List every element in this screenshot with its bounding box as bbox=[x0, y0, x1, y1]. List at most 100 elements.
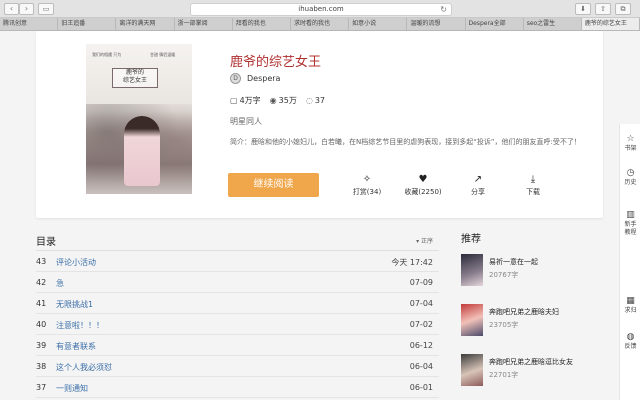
chapter-title[interactable]: 有意者联系 bbox=[56, 341, 96, 352]
recommend-item[interactable]: 易祈一意在一起 20767字 bbox=[461, 254, 611, 290]
address-bar[interactable]: ihuaben.com ↻ bbox=[190, 3, 452, 16]
chapter-row[interactable]: 39 有意者联系 06-12 bbox=[36, 335, 439, 356]
recommend-item[interactable]: 奔跑吧兄弟之鹿晗夫妇 23705字 bbox=[461, 304, 611, 340]
browser-tab-active[interactable]: 鹿爷的综艺女王 bbox=[581, 18, 640, 30]
chapter-title[interactable]: 急 bbox=[56, 278, 64, 289]
chat-icon: ◍ bbox=[626, 332, 635, 342]
views-count: 35万 bbox=[278, 96, 297, 105]
recommend-title: 推荐 bbox=[461, 234, 481, 245]
sidebar-toggle-button[interactable]: ▭ bbox=[38, 3, 54, 15]
share-button[interactable]: ↗ 分享 bbox=[454, 173, 502, 197]
recommend-name[interactable]: 奔跑吧兄弟之鹿晗逗比女友 bbox=[489, 357, 573, 367]
download-button[interactable]: ⤓ 下载 bbox=[509, 173, 557, 197]
recommend-name[interactable]: 易祈一意在一起 bbox=[489, 257, 538, 267]
chapter-date: 今天 17:42 bbox=[391, 258, 433, 267]
word-count-stat: ▢ 4万字 bbox=[230, 95, 261, 106]
browser-tab[interactable]: seo之雷生 bbox=[524, 18, 582, 30]
back-button[interactable]: ‹ bbox=[4, 3, 19, 15]
browser-tab[interactable]: 腾讯创意 bbox=[0, 18, 59, 30]
heart-icon: ♥ bbox=[418, 174, 428, 185]
chapter-date: 06-01 bbox=[409, 383, 433, 392]
forward-button[interactable]: › bbox=[19, 3, 34, 15]
sidebar-item-bookshelf[interactable]: ☆ 书架 bbox=[620, 134, 640, 153]
book-cover[interactable]: 我们的相遇 只为 甘甜 情侣温暖 鹿爷的 综艺女王 bbox=[86, 44, 192, 194]
book-title: 鹿爷的综艺女王 bbox=[230, 55, 322, 70]
recommend-cover[interactable] bbox=[461, 304, 483, 336]
browser-tab[interactable]: 浙一部掌阅 bbox=[175, 18, 233, 30]
chapter-number: 38 bbox=[36, 362, 47, 371]
chapter-row[interactable]: 40 注意啦！！！ 07-02 bbox=[36, 314, 439, 335]
chapter-number: 40 bbox=[36, 320, 47, 329]
reload-icon[interactable]: ↻ bbox=[440, 4, 447, 15]
tab-bar: 腾讯创意 旧王追番 离洋的满天网 浙一部掌阅 拜看的我也 求时看的我也 如意小说… bbox=[0, 18, 640, 31]
chapter-title[interactable]: 注意啦！！！ bbox=[56, 320, 104, 331]
download-label: 下载 bbox=[526, 188, 540, 196]
book-intro: 简介：鹿晗和他的小媳妇儿，白若曦，在N档综艺节目里的虐狗表现，接到多起“投诉”，… bbox=[230, 138, 581, 146]
browser-tab[interactable]: Despera全部 bbox=[466, 18, 524, 30]
address-url: ihuaben.com bbox=[298, 5, 344, 13]
tabs-overview-icon[interactable]: ⧉ bbox=[615, 3, 631, 15]
share-arrow-icon: ↗ bbox=[473, 174, 483, 185]
comment-icon: ◌ bbox=[305, 96, 313, 105]
toc-sort-toggle[interactable]: ▾ 正序 bbox=[416, 236, 433, 245]
continue-reading-button[interactable]: 继续阅读 bbox=[228, 173, 319, 197]
clock-icon: ◷ bbox=[626, 168, 635, 178]
chapter-number: 39 bbox=[36, 341, 47, 350]
reward-label: 打赏(34) bbox=[352, 188, 382, 196]
book-icon: ▥ bbox=[626, 210, 635, 220]
browser-tab[interactable]: 拜看的我也 bbox=[233, 18, 291, 30]
magic-wand-icon: ✧ bbox=[362, 174, 372, 185]
download-icon[interactable]: ⬇ bbox=[575, 3, 591, 15]
recommend-item[interactable]: 奔跑吧兄弟之鹿晗逗比女友 22701字 bbox=[461, 354, 611, 390]
browser-tab[interactable]: 如意小说 bbox=[349, 18, 408, 30]
browser-tab[interactable]: 离洋的满天网 bbox=[116, 18, 175, 30]
chapter-number: 43 bbox=[36, 257, 47, 266]
cover-title-box: 鹿爷的 综艺女王 bbox=[112, 68, 158, 88]
author-avatar[interactable]: D bbox=[230, 73, 241, 84]
cover-figure bbox=[124, 116, 160, 186]
sidebar-label: 书架 bbox=[624, 145, 637, 152]
chapter-row[interactable]: 42 急 07-09 bbox=[36, 272, 439, 293]
floating-sidebar: ☆ 书架 ◷ 历史 ▥ 新手教程 ▦ 求归 ◍ 反馈 bbox=[619, 124, 640, 400]
chapter-title[interactable]: 无限挑战1 bbox=[56, 299, 93, 310]
favorite-button[interactable]: ♥ 收藏(2250) bbox=[399, 173, 447, 197]
sidebar-label: 反馈 bbox=[624, 343, 637, 350]
toc-sort-label: 正序 bbox=[420, 238, 433, 245]
sidebar-item-tutorial[interactable]: ▥ 新手教程 bbox=[620, 210, 640, 237]
document-icon: ▢ bbox=[230, 96, 238, 105]
chapter-title[interactable]: 这个人我必须怼 bbox=[56, 362, 112, 373]
share-icon[interactable]: ⇧ bbox=[595, 3, 611, 15]
browser-tab[interactable]: 求时看的我也 bbox=[291, 18, 350, 30]
chapter-row[interactable]: 41 无限挑战1 07-04 bbox=[36, 293, 439, 314]
chapter-number: 42 bbox=[36, 278, 47, 287]
chapter-date: 06-12 bbox=[409, 341, 433, 350]
chapter-row[interactable]: 37 一则通知 06-01 bbox=[36, 377, 439, 398]
reward-button[interactable]: ✧ 打赏(34) bbox=[343, 173, 391, 197]
browser-tab[interactable]: 温暖的流想 bbox=[407, 18, 466, 30]
comments-stat: ◌ 37 bbox=[306, 95, 325, 106]
chapter-title[interactable]: 评论小活动 bbox=[56, 257, 96, 268]
book-stats: ▢ 4万字 ◉ 35万 ◌ 37 bbox=[230, 95, 325, 106]
cover-note-left: 我们的相遇 只为 bbox=[92, 52, 122, 57]
browser-tab[interactable]: 旧王追番 bbox=[58, 18, 117, 30]
recommend-cover[interactable] bbox=[461, 354, 483, 386]
recommend-cover[interactable] bbox=[461, 254, 483, 286]
chapter-title[interactable]: 一则通知 bbox=[56, 383, 88, 394]
sidebar-label: 历史 bbox=[624, 179, 637, 186]
sidebar-item-request[interactable]: ▦ 求归 bbox=[620, 296, 640, 315]
chapter-date: 06-04 bbox=[409, 362, 433, 371]
chapter-date: 07-09 bbox=[409, 278, 433, 287]
chapter-row[interactable]: 38 这个人我必须怼 06-04 bbox=[36, 356, 439, 377]
book-info-card: 我们的相遇 只为 甘甜 情侣温暖 鹿爷的 综艺女王 鹿爷的综艺女王 D Desp… bbox=[36, 31, 603, 218]
chapter-date: 07-02 bbox=[409, 320, 433, 329]
chapter-row[interactable]: 43 评论小活动 今天 17:42 bbox=[36, 251, 439, 272]
sidebar-item-history[interactable]: ◷ 历史 bbox=[620, 168, 640, 187]
book-tag[interactable]: 明星同人 bbox=[230, 116, 262, 127]
sidebar-item-feedback[interactable]: ◍ 反馈 bbox=[620, 332, 640, 351]
recommendations: 推荐 易祈一意在一起 20767字 奔跑吧兄弟之鹿晗夫妇 23705字 奔跑吧兄… bbox=[461, 230, 611, 386]
recommend-name[interactable]: 奔跑吧兄弟之鹿晗夫妇 bbox=[489, 307, 559, 317]
chapter-date: 07-04 bbox=[409, 299, 433, 308]
cover-note-right: 甘甜 情侣温暖 bbox=[150, 52, 176, 57]
cover-title-line2: 综艺女王 bbox=[122, 77, 147, 84]
author-name[interactable]: Despera bbox=[247, 74, 280, 83]
